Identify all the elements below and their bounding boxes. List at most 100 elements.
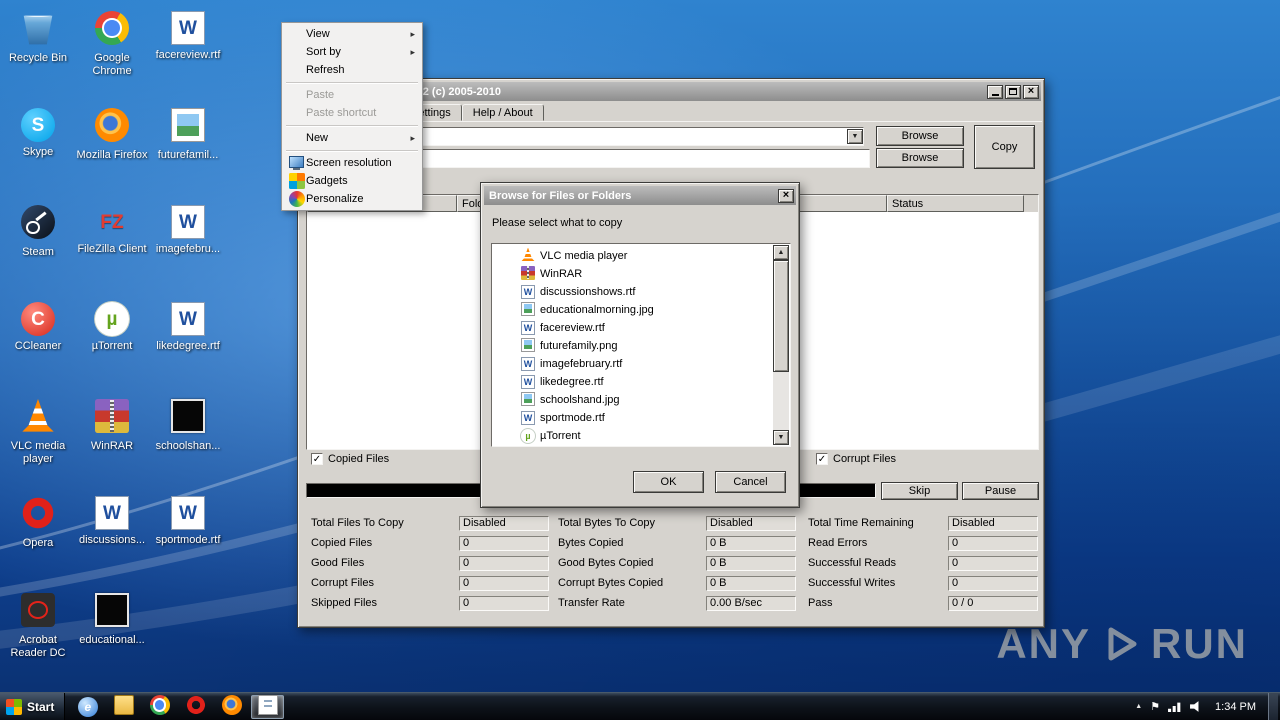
show-desktop-button[interactable] bbox=[1268, 692, 1278, 720]
desktop-icon[interactable]: µTorrent bbox=[76, 295, 148, 392]
desktop-icon[interactable]: Google Chrome bbox=[76, 4, 148, 101]
copy-button[interactable]: Copy bbox=[974, 125, 1035, 169]
desktop-icon-label: Skype bbox=[22, 146, 54, 158]
maximize-button[interactable] bbox=[1005, 84, 1021, 99]
file-list-item[interactable]: educationalmorning.jpg bbox=[493, 301, 773, 319]
context-menu-item[interactable]: Personalize ▸ bbox=[284, 190, 420, 208]
stat-label: Good Files bbox=[311, 557, 365, 569]
file-list-item-label: educationalmorning.jpg bbox=[540, 304, 654, 316]
context-menu-item[interactable]: Paste shortcut ▸ bbox=[284, 104, 420, 122]
scrollbar[interactable]: ▲ ▼ bbox=[773, 245, 789, 445]
desktop-icon-label: VLC media player bbox=[10, 440, 66, 465]
file-list-item[interactable]: discussionshows.rtf bbox=[493, 283, 773, 301]
cancel-button[interactable]: Cancel bbox=[715, 471, 786, 493]
desktop-icon[interactable]: likedegree.rtf bbox=[150, 295, 226, 392]
action-center-flag-icon[interactable]: ⚑ bbox=[1150, 700, 1160, 713]
copied-files-checkbox[interactable]: ✓ Copied Files bbox=[311, 453, 389, 465]
desktop-icon[interactable]: Opera bbox=[2, 489, 74, 586]
desktop-icon[interactable]: imagefebru... bbox=[150, 198, 226, 295]
desktop-icon-label: Acrobat Reader DC bbox=[10, 634, 66, 659]
pause-button[interactable]: Pause bbox=[962, 482, 1039, 500]
scrollbar-thumb[interactable] bbox=[773, 260, 789, 372]
hidden-icons-chevron[interactable]: ▲ bbox=[1135, 703, 1142, 710]
desktop-icon[interactable]: futurefamil... bbox=[150, 101, 226, 198]
file-list-item[interactable]: futurefamily.png bbox=[493, 337, 773, 355]
desktop-icon[interactable]: sportmode.rtf bbox=[150, 489, 226, 586]
desktop-icon[interactable]: Skype bbox=[2, 101, 74, 198]
stat-row: Pass 0 / 0 bbox=[808, 593, 1038, 613]
file-list-item[interactable]: imagefebruary.rtf bbox=[493, 355, 773, 373]
context-menu-item[interactable]: Refresh ▸ bbox=[284, 61, 420, 79]
clock[interactable]: 1:34 PM bbox=[1215, 701, 1256, 713]
menu-item-label: Screen resolution bbox=[306, 157, 392, 169]
corrupt-files-checkbox[interactable]: ✓ Corrupt Files bbox=[816, 453, 896, 465]
stat-row: Successful Reads 0 bbox=[808, 553, 1038, 573]
black-thumb-icon bbox=[171, 399, 205, 433]
explorer-icon bbox=[113, 695, 134, 715]
start-button[interactable]: Start bbox=[0, 693, 66, 720]
desktop-icon[interactable]: VLC media player bbox=[2, 392, 74, 489]
context-menu-item[interactable]: Screen resolution ▸ bbox=[284, 154, 420, 172]
stat-row: Corrupt Bytes Copied 0 B bbox=[558, 573, 796, 593]
desktop-icon[interactable]: CCleaner bbox=[2, 295, 74, 392]
minimize-button[interactable] bbox=[987, 84, 1003, 99]
list-column-header[interactable]: Status bbox=[887, 195, 1024, 212]
target-browse-button[interactable]: Browse bbox=[876, 148, 964, 168]
checkbox[interactable]: ✓ bbox=[311, 453, 323, 465]
file-picker-list[interactable]: VLC media player WinRAR discussionshows.… bbox=[491, 243, 791, 447]
scroll-down-button[interactable]: ▼ bbox=[773, 430, 789, 445]
word-doc-icon bbox=[521, 285, 535, 299]
stat-value: 0 B bbox=[706, 535, 796, 551]
file-list-item[interactable]: sportmode.rtf bbox=[493, 409, 773, 427]
taskbar-button[interactable] bbox=[251, 694, 285, 719]
source-dropdown-button[interactable]: ▼ bbox=[847, 129, 863, 144]
volume-icon[interactable] bbox=[1190, 701, 1199, 712]
desktop-icon[interactable]: Recycle Bin bbox=[2, 4, 74, 101]
context-menu-item[interactable]: New ▸ bbox=[284, 129, 420, 147]
file-list-item[interactable]: µTorrent bbox=[493, 427, 773, 445]
taskbar-button[interactable] bbox=[215, 695, 248, 719]
file-list-item[interactable]: WinRAR bbox=[493, 265, 773, 283]
file-list-item[interactable]: likedegree.rtf bbox=[493, 373, 773, 391]
file-list-item[interactable]: schoolshand.jpg bbox=[493, 391, 773, 409]
network-icon[interactable] bbox=[1168, 702, 1181, 712]
file-list-item-label: likedegree.rtf bbox=[540, 376, 604, 388]
file-list-item-label: WinRAR bbox=[540, 268, 583, 280]
dialog-close-button[interactable]: × bbox=[778, 188, 794, 203]
stat-row: Total Bytes To Copy Disabled bbox=[558, 513, 796, 533]
checkbox[interactable]: ✓ bbox=[816, 453, 828, 465]
taskbar-button[interactable] bbox=[107, 695, 140, 719]
close-button[interactable]: × bbox=[1023, 84, 1039, 99]
dialog-titlebar[interactable]: Browse for Files or Folders × bbox=[484, 186, 796, 205]
desktop-icon[interactable]: educational... bbox=[76, 586, 148, 683]
file-list-item[interactable]: VLC media player bbox=[493, 247, 773, 265]
desktop-icon[interactable]: Mozilla Firefox bbox=[76, 101, 148, 198]
desktop-icon[interactable]: FileZilla Client bbox=[76, 198, 148, 295]
scroll-up-button[interactable]: ▲ bbox=[773, 245, 789, 260]
tab[interactable]: Help / About bbox=[461, 104, 544, 121]
desktop-icon[interactable]: Acrobat Reader DC bbox=[2, 586, 74, 683]
stat-row: Skipped Files 0 bbox=[311, 593, 549, 613]
skip-button[interactable]: Skip bbox=[881, 482, 958, 500]
context-menu-item[interactable]: Sort by ▸ bbox=[284, 43, 420, 61]
taskbar-button[interactable] bbox=[143, 695, 176, 719]
desktop-icon[interactable]: facereview.rtf bbox=[150, 4, 226, 101]
context-menu-item[interactable]: View ▸ bbox=[284, 25, 420, 43]
stat-label: Transfer Rate bbox=[558, 597, 625, 609]
desktop-icon[interactable]: WinRAR bbox=[76, 392, 148, 489]
desktop-icon-label: facereview.rtf bbox=[155, 49, 221, 61]
stat-value: 0 bbox=[948, 555, 1038, 571]
file-list-item[interactable]: facereview.rtf bbox=[493, 319, 773, 337]
ok-button[interactable]: OK bbox=[633, 471, 704, 493]
context-menu-item[interactable]: Paste ▸ bbox=[284, 86, 420, 104]
menu-item-label: Paste shortcut bbox=[306, 107, 377, 119]
context-menu-item[interactable]: Gadgets ▸ bbox=[284, 172, 420, 190]
desktop-icon[interactable]: schoolshan... bbox=[150, 392, 226, 489]
copier-page-icon bbox=[257, 695, 278, 715]
source-browse-button[interactable]: Browse bbox=[876, 126, 964, 146]
taskbar-button[interactable] bbox=[179, 695, 212, 719]
desktop-icon-label: Opera bbox=[22, 537, 54, 549]
taskbar-button[interactable] bbox=[71, 695, 104, 719]
desktop-icon[interactable]: discussions... bbox=[76, 489, 148, 586]
desktop-icon[interactable]: Steam bbox=[2, 198, 74, 295]
